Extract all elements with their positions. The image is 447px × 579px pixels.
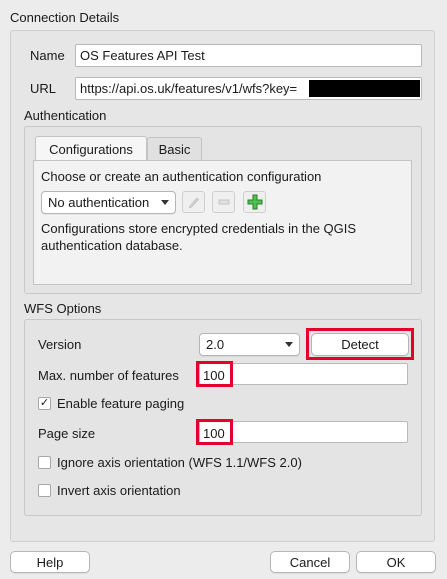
page-size-label: Page size — [38, 426, 96, 441]
version-label: Version — [38, 337, 82, 352]
version-select-value: 2.0 — [206, 337, 225, 352]
plus-icon — [247, 194, 262, 210]
help-button[interactable]: Help — [10, 551, 90, 573]
invert-axis-checkbox[interactable] — [38, 484, 51, 497]
auth-info-text: Configurations store encrypted credentia… — [41, 221, 357, 253]
url-label: URL — [30, 81, 57, 96]
url-value: https://api.os.uk/features/v1/wfs?key= — [80, 81, 298, 96]
max-features-label: Max. number of features — [38, 368, 179, 383]
pencil-icon — [188, 197, 199, 209]
auth-config-select[interactable]: No authentication — [41, 191, 176, 214]
add-config-button[interactable] — [243, 191, 266, 213]
chevron-down-icon — [161, 200, 169, 205]
version-select[interactable]: 2.0 — [199, 333, 300, 356]
page-size-value: 100 — [203, 426, 225, 441]
minus-box-icon — [218, 199, 229, 205]
feature-paging-label: Enable feature paging — [57, 396, 185, 411]
redacted-api-key — [309, 80, 420, 97]
name-label: Name — [30, 48, 65, 63]
checkmark-icon: ✓ — [39, 397, 50, 409]
auth-prompt: Choose or create an authentication confi… — [41, 169, 322, 184]
ignore-axis-checkbox[interactable] — [38, 456, 51, 469]
detect-button[interactable]: Detect — [311, 333, 409, 356]
cancel-button[interactable]: Cancel — [270, 551, 350, 573]
edit-config-button[interactable] — [182, 191, 205, 213]
ignore-axis-label: Ignore axis orientation (WFS 1.1/WFS 2.0… — [57, 455, 302, 470]
chevron-down-icon — [285, 342, 293, 347]
connection-details-title: Connection Details — [10, 10, 120, 25]
remove-config-button[interactable] — [212, 191, 235, 213]
name-field[interactable]: OS Features API Test — [75, 44, 422, 67]
wfs-options-title: WFS Options — [24, 301, 102, 316]
feature-paging-checkbox[interactable]: ✓ — [38, 397, 51, 410]
authentication-title: Authentication — [24, 108, 107, 123]
invert-axis-label: Invert axis orientation — [57, 483, 181, 498]
max-features-value: 100 — [203, 368, 225, 383]
name-value: OS Features API Test — [80, 48, 205, 63]
auth-config-select-value: No authentication — [48, 195, 150, 210]
tab-basic[interactable]: Basic — [147, 137, 202, 161]
tab-configurations[interactable]: Configurations — [35, 136, 147, 161]
ok-button[interactable]: OK — [356, 551, 436, 573]
